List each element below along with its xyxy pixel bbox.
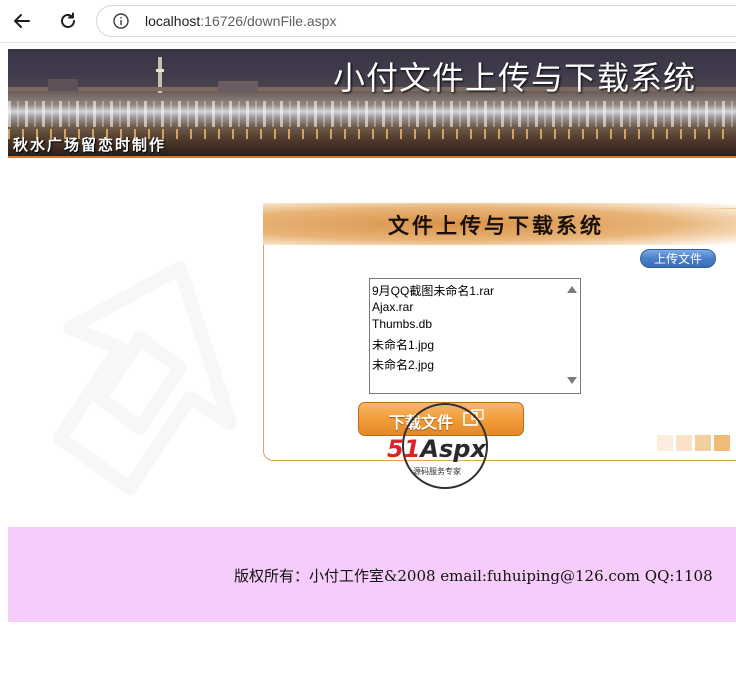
watermark-arrow-graphic: [53, 261, 237, 495]
logo-brand-51: 51: [387, 435, 421, 463]
51aspx-logo: 51Aspx 源码服务专家: [382, 401, 514, 495]
back-arrow-icon: [14, 14, 30, 28]
scroll-up-arrow-icon[interactable]: [567, 286, 577, 293]
header-banner: 小付文件上传与下载系统 秋水广场留恋时制作: [8, 49, 736, 157]
url-text[interactable]: localhost:16726/downFile.aspx: [145, 13, 336, 29]
reload-icon: [61, 12, 75, 28]
file-list-item[interactable]: Thumbs.db: [372, 317, 432, 331]
banner-divider: [8, 156, 736, 158]
swatch-1: [657, 435, 673, 451]
browser-toolbar: localhost:16726/downFile.aspx: [0, 0, 736, 43]
file-listbox[interactable]: 9月QQ截图未命名1.rar Ajax.rar Thumbs.db 未命名1.j…: [369, 278, 581, 394]
url-host: localhost: [145, 13, 201, 29]
swatch-2: [676, 435, 692, 451]
file-list-item[interactable]: 未命名1.jpg: [372, 336, 434, 353]
logo-brand-aspx: Aspx: [420, 435, 486, 463]
site-subtitle: 秋水广场留恋时制作: [13, 136, 167, 154]
upload-file-button[interactable]: 上传文件: [640, 249, 716, 268]
logo-tagline: 源码服务专家: [413, 467, 461, 476]
logo-brand: 51Aspx: [387, 435, 486, 463]
swatch-4: [714, 435, 730, 451]
file-list-item[interactable]: Ajax.rar: [372, 300, 413, 314]
reload-button[interactable]: [52, 5, 84, 37]
panel-title: 文件上传与下载系统: [388, 213, 604, 238]
site-title: 小付文件上传与下载系统: [333, 59, 697, 97]
site-info-icon[interactable]: [113, 13, 129, 29]
file-list-item[interactable]: 9月QQ截图未命名1.rar: [372, 282, 494, 299]
back-button[interactable]: [6, 5, 38, 37]
scroll-down-arrow-icon[interactable]: [567, 377, 577, 384]
url-path: :16726/downFile.aspx: [200, 13, 337, 29]
file-list-item[interactable]: 未命名2.jpg: [372, 356, 434, 373]
swatch-3: [695, 435, 711, 451]
address-bar[interactable]: localhost:16726/downFile.aspx: [96, 5, 736, 37]
bridge-lights-graphic: [8, 101, 736, 127]
page-content: 小付文件上传与下载系统 秋水广场留恋时制作 文件上传与下载系统 上传文件 9月Q…: [0, 43, 736, 678]
copyright-text: 版权所有：小付工作室&2008 email:fuhuiping@126.com …: [234, 567, 713, 585]
footer: 版权所有：小付工作室&2008 email:fuhuiping@126.com …: [8, 527, 736, 622]
